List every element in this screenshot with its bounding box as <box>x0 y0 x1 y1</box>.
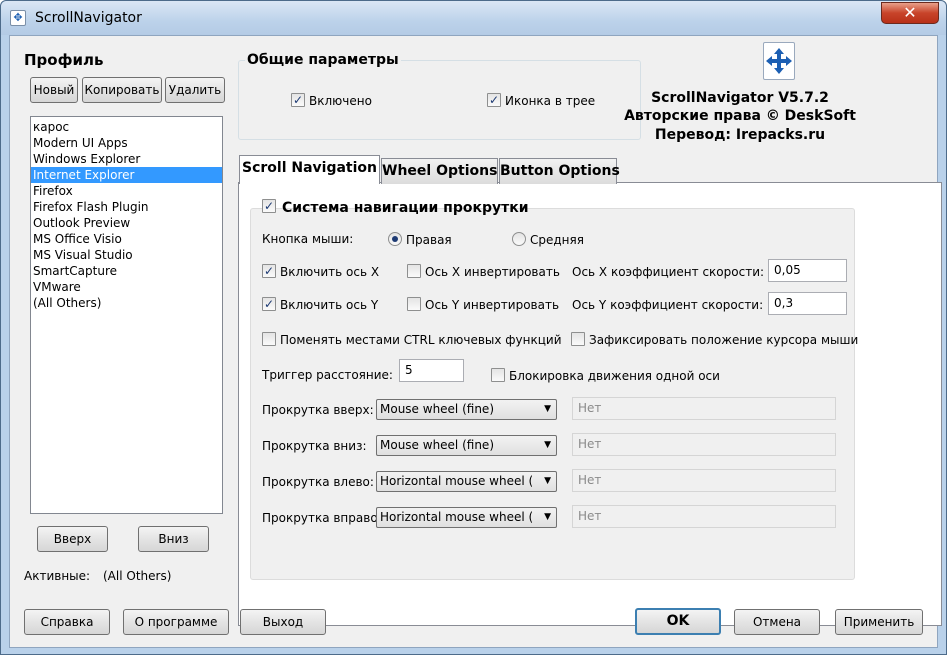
profile-list-item[interactable]: MS Visual Studio <box>31 247 222 263</box>
lock-axis-checkbox[interactable] <box>491 368 505 382</box>
profile-list-item[interactable]: Modern UI Apps <box>31 135 222 151</box>
invert-x-checkbox[interactable] <box>407 264 421 278</box>
profile-list-item[interactable]: SmartCapture <box>31 263 222 279</box>
scroll-up-select[interactable]: Mouse wheel (fine) ▼ <box>376 399 557 420</box>
fix-cursor-checkbox[interactable] <box>571 332 585 346</box>
tab-wheel-options[interactable]: Wheel Options <box>381 158 498 184</box>
middle-button-radio[interactable] <box>512 232 526 246</box>
profile-heading: Профиль <box>24 51 104 69</box>
enable-y-axis-label: Включить ось Y <box>280 298 379 312</box>
move-down-button[interactable]: Вниз <box>138 526 209 552</box>
cancel-button[interactable]: Отмена <box>734 609 820 635</box>
profile-list-item[interactable]: Internet Explorer <box>31 167 222 183</box>
mouse-button-label: Кнопка мыши: <box>262 232 354 246</box>
enabled-checkbox[interactable]: ✓ <box>291 93 305 107</box>
chevron-down-icon: ▼ <box>544 404 551 414</box>
y-speed-label: Ось Y коэффициент скорости: <box>572 298 764 312</box>
profile-list-item[interactable]: Firefox <box>31 183 222 199</box>
copy-profile-button[interactable]: Копировать <box>82 77 162 103</box>
lock-axis-label: Блокировка движения одной оси <box>509 369 720 383</box>
new-profile-button[interactable]: Новый <box>30 77 78 103</box>
trigger-input[interactable]: 5 <box>399 359 464 382</box>
about-button[interactable]: О программе <box>123 609 229 635</box>
general-params-heading: Общие параметры <box>245 52 401 68</box>
scroll-right-extra: Нет <box>572 505 836 528</box>
profile-list-item[interactable]: Windows Explorer <box>31 151 222 167</box>
tab-button-options[interactable]: Button Options <box>499 158 620 184</box>
invert-x-label: Ось X инвертировать <box>425 265 560 279</box>
invert-y-label: Ось Y инвертировать <box>425 298 560 312</box>
scroll-down-extra: Нет <box>572 433 836 456</box>
scroll-up-label: Прокрутка вверх: <box>262 403 374 417</box>
invert-y-checkbox[interactable] <box>407 297 421 311</box>
exit-button[interactable]: Выход <box>240 609 326 635</box>
x-speed-input[interactable]: 0,05 <box>768 259 847 282</box>
scroll-left-select[interactable]: Horizontal mouse wheel (fi ▼ <box>376 471 557 492</box>
profile-list[interactable]: карос Modern UI Apps Windows Explorer Inter… <box>30 116 223 514</box>
profile-list-item[interactable]: (All Others) <box>31 295 222 311</box>
tray-icon-checkbox[interactable]: ✓ <box>487 93 501 107</box>
profile-list-item[interactable]: карос <box>31 119 222 135</box>
dialog-client: Профиль Новый Копировать Удалить карос Mo… <box>9 35 942 648</box>
chevron-down-icon: ▼ <box>544 476 551 486</box>
app-logo-icon <box>763 42 795 80</box>
y-speed-input[interactable]: 0,3 <box>768 292 847 315</box>
about-version: ScrollNavigator V5.7.2 <box>651 90 829 106</box>
scroll-right-select[interactable]: Horizontal mouse wheel (fi ▼ <box>376 507 557 528</box>
app-window: ✥ ScrollNavigator ✕ Профиль Новый Копиро… <box>0 0 947 655</box>
chevron-down-icon: ▼ <box>544 512 551 522</box>
fix-cursor-label: Зафиксировать положение курсора мыши <box>589 333 859 347</box>
enable-x-axis-checkbox[interactable]: ✓ <box>262 264 276 278</box>
scroll-nav-label: Система навигации прокрутки <box>282 200 529 216</box>
right-button-radio[interactable] <box>388 232 402 246</box>
swap-ctrl-label: Поменять местами CTRL ключевых функций <box>280 333 562 347</box>
delete-profile-button[interactable]: Удалить <box>165 77 225 103</box>
ok-button[interactable]: OK <box>635 608 721 635</box>
enable-x-axis-label: Включить ось X <box>280 265 380 279</box>
profile-list-item[interactable]: Firefox Flash Plugin <box>31 199 222 215</box>
close-button[interactable]: ✕ <box>881 2 939 24</box>
scroll-right-label: Прокрутка вправо: <box>262 511 382 525</box>
profile-list-item[interactable]: MS Office Visio <box>31 231 222 247</box>
trigger-label: Триггер расстояние: <box>262 368 393 382</box>
about-copyright: Авторские права © DeskSoft <box>624 108 856 124</box>
scroll-left-extra: Нет <box>572 469 836 492</box>
swap-ctrl-checkbox[interactable] <box>262 332 276 346</box>
scroll-left-label: Прокрутка влево: <box>262 475 374 489</box>
middle-button-label: Средняя <box>530 233 584 247</box>
profile-list-item[interactable]: Outlook Preview <box>31 215 222 231</box>
active-value: (All Others) <box>103 569 172 583</box>
scroll-nav-checkbox[interactable]: ✓ <box>262 199 276 213</box>
profile-list-item[interactable]: VMware <box>31 279 222 295</box>
help-button[interactable]: Справка <box>24 609 110 635</box>
right-button-label: Правая <box>406 233 452 247</box>
title-bar[interactable]: ✥ ScrollNavigator ✕ <box>1 1 946 35</box>
tab-scroll-navigation[interactable]: Scroll Navigation <box>239 155 380 184</box>
active-label: Активные: <box>24 569 91 583</box>
about-translation: Перевод: Irepacks.ru <box>654 127 826 143</box>
chevron-down-icon: ▼ <box>544 440 551 450</box>
enabled-label: Включено <box>309 94 372 108</box>
scroll-down-select[interactable]: Mouse wheel (fine) ▼ <box>376 435 557 456</box>
window-title: ScrollNavigator <box>35 10 142 26</box>
app-arrows-icon: ✥ <box>10 10 26 26</box>
scroll-down-label: Прокрутка вниз: <box>262 439 367 453</box>
scroll-up-extra: Нет <box>572 397 836 420</box>
move-up-button[interactable]: Вверх <box>37 526 108 552</box>
apply-button[interactable]: Применить <box>835 609 923 635</box>
x-speed-label: Ось X коэффициент скорости: <box>572 265 765 279</box>
enable-y-axis-checkbox[interactable]: ✓ <box>262 297 276 311</box>
